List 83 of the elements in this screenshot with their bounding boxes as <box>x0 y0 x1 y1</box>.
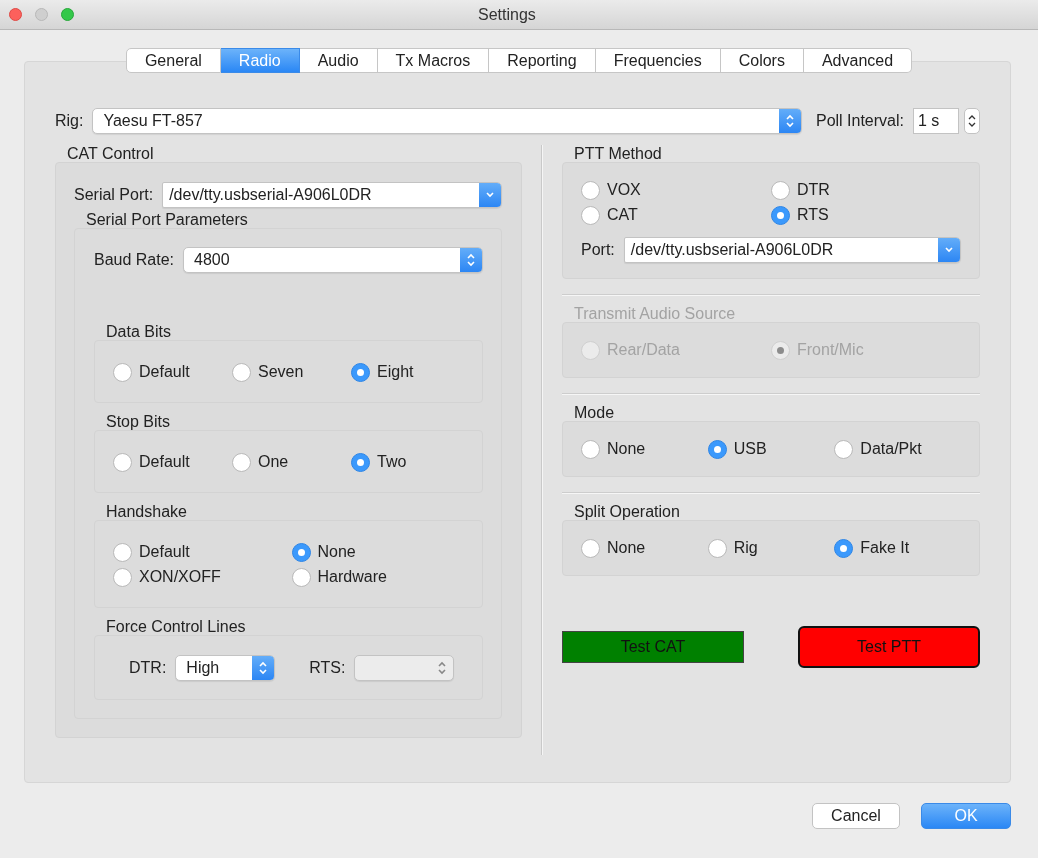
radio-button[interactable] <box>771 205 790 225</box>
stepper-icon[interactable] <box>964 108 980 134</box>
radio-button[interactable] <box>113 542 132 562</box>
tab[interactable]: General <box>125 48 221 73</box>
up-down-arrows-icon <box>778 109 801 133</box>
field-label: Baud Rate: <box>94 251 175 269</box>
radio-label: Fake It <box>860 539 910 557</box>
group-title: Split Operation <box>573 503 681 520</box>
radio-button[interactable] <box>581 205 600 225</box>
group-title: Serial Port Parameters <box>85 211 249 228</box>
radio-label: None <box>317 543 356 561</box>
dropdown[interactable]: /dev/tty.usbserial-A906L0DR <box>623 237 961 263</box>
group-title: Stop Bits <box>105 413 172 430</box>
radio-button[interactable] <box>771 180 790 200</box>
tab[interactable]: Colors <box>720 48 804 73</box>
radio-button[interactable] <box>113 567 132 587</box>
radio-button[interactable] <box>291 542 311 562</box>
radio-button[interactable] <box>581 439 600 459</box>
radio-label: Default <box>139 543 190 561</box>
radio-label: Rig <box>733 539 758 557</box>
radio-button[interactable] <box>113 452 132 472</box>
radio-button[interactable] <box>707 439 727 459</box>
group-title: Handshake <box>105 503 188 520</box>
radio-button[interactable] <box>834 538 854 558</box>
radio-label: Default <box>139 363 190 381</box>
group-title: Mode <box>573 404 616 421</box>
field-label: Serial Port: <box>74 186 154 204</box>
radio-label: One <box>258 453 289 471</box>
radio-label: DTR <box>797 181 830 199</box>
radio-label: Data/Pkt <box>860 440 922 458</box>
dropdown[interactable]: Yaesu FT-857 <box>92 108 802 134</box>
radio-label: CAT <box>607 206 638 224</box>
tab[interactable]: Advanced <box>803 48 913 73</box>
input-field[interactable]: 1 s <box>913 108 959 134</box>
radio-button[interactable] <box>291 567 311 587</box>
radio-button[interactable] <box>232 452 251 472</box>
radio-button[interactable] <box>351 362 370 382</box>
field-label: Rig: <box>55 112 84 130</box>
dropdown[interactable]: /dev/tty.usbserial-A906L0DR <box>162 182 502 208</box>
window-title: Settings <box>478 5 536 24</box>
up-down-arrows-icon <box>252 656 275 680</box>
field-label: Poll Interval: <box>815 112 904 130</box>
radio-label: None <box>607 539 646 557</box>
radio-label: None <box>607 440 646 458</box>
dropdown[interactable]: 4800 <box>183 247 483 273</box>
radio-button[interactable] <box>351 452 370 472</box>
test-button[interactable]: Test CAT <box>562 631 744 663</box>
group-title: CAT Control <box>66 145 155 162</box>
up-down-arrows-icon <box>460 248 482 272</box>
radio-label: XON/XOFF <box>139 568 221 586</box>
radio-label: USB <box>733 440 767 458</box>
radio-button[interactable] <box>113 362 132 382</box>
radio-label: Eight <box>377 363 414 381</box>
radio-button[interactable] <box>707 538 727 558</box>
tab[interactable]: Reporting <box>489 48 596 73</box>
group-title: Transmit Audio Source <box>573 305 737 322</box>
group-title: Data Bits <box>105 323 172 340</box>
group-title: PTT Method <box>573 145 663 162</box>
radio-label: VOX <box>607 181 641 199</box>
minimize-icon[interactable] <box>35 8 48 21</box>
zoom-icon[interactable] <box>61 8 74 21</box>
radio-label: Front/Mic <box>797 341 864 359</box>
radio-label: Default <box>139 453 190 471</box>
dropdown[interactable]: High <box>175 655 276 681</box>
tab[interactable]: Audio <box>299 48 378 73</box>
dialog-button[interactable]: Cancel <box>812 803 900 829</box>
test-button[interactable]: Test PTT <box>798 626 980 668</box>
field-label: DTR: <box>129 659 167 677</box>
radio-button[interactable] <box>834 439 854 459</box>
radio-label: Hardware <box>317 568 387 586</box>
radio-label: RTS <box>797 206 829 224</box>
field-label: RTS: <box>309 659 346 677</box>
radio-button[interactable] <box>581 538 600 558</box>
radio-button[interactable] <box>581 180 600 200</box>
radio-button[interactable] <box>232 362 251 382</box>
group-title: Force Control Lines <box>105 618 247 635</box>
radio-label: Two <box>377 453 407 471</box>
field-label: Port: <box>581 241 615 259</box>
tab[interactable]: Frequencies <box>595 48 721 73</box>
radio-label: Seven <box>258 363 304 381</box>
radio-label: Rear/Data <box>607 341 680 359</box>
close-icon[interactable] <box>9 8 22 21</box>
tab[interactable]: Tx Macros <box>377 48 490 73</box>
